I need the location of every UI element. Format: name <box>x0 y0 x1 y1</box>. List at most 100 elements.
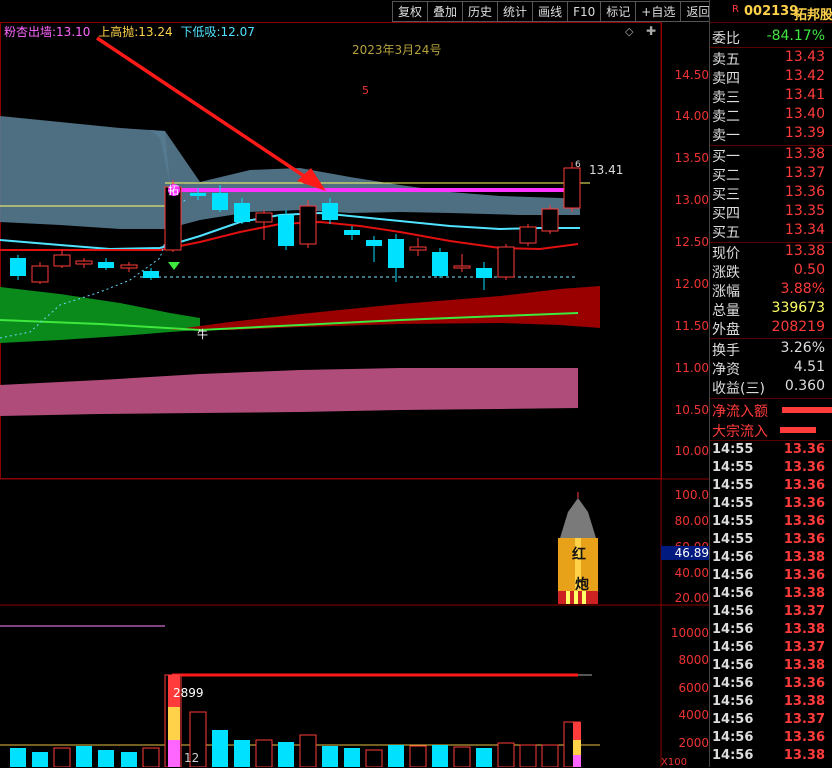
candle-body <box>299 205 317 245</box>
price-axis-tick: 11.50 <box>674 319 709 333</box>
sell-level-3-value: 13.41 <box>784 87 825 103</box>
tick-time: 14:56 <box>712 622 754 637</box>
tick-time: 14:56 <box>712 748 754 763</box>
stat2-row-2[interactable]: 收益(三) 0.360 <box>710 378 832 396</box>
quote-separator <box>710 47 832 48</box>
sell-level-2-label: 卖二 <box>712 109 740 124</box>
stat2-row-0[interactable]: 换手 3.26% <box>710 340 832 358</box>
stat-row-3-value: 339673 <box>771 300 825 316</box>
buy-level-1[interactable]: 买一 13.38 <box>710 146 832 164</box>
sell-level-5[interactable]: 卖五 13.43 <box>710 49 832 67</box>
buy-level-2-label: 买二 <box>712 168 740 183</box>
volume-bar <box>32 752 48 767</box>
candle-body <box>75 260 93 265</box>
buy-level-3[interactable]: 买三 13.36 <box>710 184 832 202</box>
toolbar-button-6[interactable]: 标记 <box>600 1 637 22</box>
volume-bar <box>388 745 404 767</box>
tick-time: 14:56 <box>712 658 754 673</box>
candle-body <box>344 230 360 235</box>
tick-time: 14:55 <box>712 478 754 493</box>
candle-body <box>322 203 338 220</box>
buy-level-5-value: 13.34 <box>784 222 825 238</box>
kline-chart[interactable] <box>0 0 709 767</box>
quote-separator <box>710 398 832 399</box>
quote-separator <box>710 338 832 339</box>
toolbar-button-5[interactable]: F10 <box>567 1 602 22</box>
buy-level-1-value: 13.38 <box>784 146 825 162</box>
crosshair-icon[interactable]: ✚ <box>646 24 656 38</box>
stat-row-0[interactable]: 现价 13.38 <box>710 243 832 261</box>
candle-body <box>120 264 138 269</box>
webi-row-value: -84.17% <box>766 28 825 44</box>
volume-bar <box>519 744 537 767</box>
toolbar-button-3[interactable]: 统计 <box>497 1 534 22</box>
stat2-row-2-label: 收益(三) <box>712 381 765 396</box>
tick-price: 13.36 <box>783 442 825 457</box>
stat2-row-2-value: 0.360 <box>784 378 825 394</box>
stat-row-4-label: 外盘 <box>712 322 740 337</box>
green-band-area <box>0 287 200 343</box>
volume-bar <box>53 747 71 767</box>
legend-low-value: 12.07 <box>220 25 255 39</box>
tick-row: 14:56 13.36 <box>710 730 832 748</box>
sell-level-2[interactable]: 卖二 13.40 <box>710 106 832 124</box>
toolbar-button-4[interactable]: 画线 <box>532 1 569 22</box>
stock-code[interactable]: 002139 <box>744 4 798 19</box>
price-axis-tick: 13.50 <box>674 151 709 165</box>
volume-bar <box>299 734 317 767</box>
upper-band-area <box>0 116 580 229</box>
toolbar-button-1[interactable]: 叠加 <box>427 1 464 22</box>
volume-bar <box>365 749 383 767</box>
stat-row-4[interactable]: 外盘 208219 <box>710 319 832 337</box>
tick-time: 14:55 <box>712 460 754 475</box>
tick-time: 14:55 <box>712 532 754 547</box>
toolbar-button-2[interactable]: 历史 <box>462 1 499 22</box>
tick-time: 14:56 <box>712 676 754 691</box>
candle-body <box>563 167 581 209</box>
volume-bar <box>541 744 559 767</box>
tick-price: 13.37 <box>783 604 825 619</box>
volume-bar <box>453 746 471 767</box>
tick-time: 14:56 <box>712 586 754 601</box>
flow-bar <box>782 407 832 413</box>
price-axis-tick: 13.00 <box>674 193 709 207</box>
candle-body <box>519 226 537 244</box>
stock-name[interactable]: 拓邦股份 <box>794 4 832 23</box>
candle-body <box>541 208 559 232</box>
stat-row-1[interactable]: 涨跌 0.50 <box>710 262 832 280</box>
stat-row-3[interactable]: 总量 339673 <box>710 300 832 318</box>
sell-level-4[interactable]: 卖四 13.42 <box>710 68 832 86</box>
diamond-outline-icon[interactable]: ◇ <box>625 25 633 38</box>
tick-time: 14:56 <box>712 640 754 655</box>
tick-row: 14:56 13.37 <box>710 712 832 730</box>
webi-row[interactable]: 委比 -84.17% <box>710 28 832 46</box>
red-band-area <box>170 286 600 330</box>
r-badge: R <box>732 4 739 15</box>
tick-price: 13.36 <box>783 496 825 511</box>
buy-level-5[interactable]: 买五 13.34 <box>710 222 832 240</box>
flow-row-1[interactable]: 大宗流入 <box>710 421 832 439</box>
tick-row: 14:55 13.36 <box>710 514 832 532</box>
toolbar-button-0[interactable]: 复权 <box>392 1 429 22</box>
stat-row-2[interactable]: 涨幅 3.88% <box>710 281 832 299</box>
stat2-row-1[interactable]: 净资 4.51 <box>710 359 832 377</box>
tick-row: 14:56 13.36 <box>710 568 832 586</box>
sell-level-3[interactable]: 卖三 13.41 <box>710 87 832 105</box>
stat2-row-0-value: 3.26% <box>780 340 825 356</box>
candle-body <box>366 240 382 246</box>
flow-bar <box>780 427 816 433</box>
rocket-label-1: 红 <box>572 547 586 563</box>
sell-level-1[interactable]: 卖一 13.39 <box>710 125 832 143</box>
flow-row-0[interactable]: 净流入额 <box>710 401 832 419</box>
price-axis-tick: 14.50 <box>674 68 709 82</box>
buy-level-3-label: 买三 <box>712 187 740 202</box>
volume-bars <box>10 674 581 767</box>
toolbar-button-7[interactable]: +自选 <box>635 1 682 22</box>
buy-level-4[interactable]: 买四 13.35 <box>710 203 832 221</box>
diamond-signal-icon <box>168 262 180 270</box>
tick-row: 14:56 13.36 <box>710 676 832 694</box>
buy-level-2-value: 13.37 <box>784 165 825 181</box>
buy-level-2[interactable]: 买二 13.37 <box>710 165 832 183</box>
stat-row-1-label: 涨跌 <box>712 265 740 280</box>
price-axis-tick: 12.00 <box>674 277 709 291</box>
